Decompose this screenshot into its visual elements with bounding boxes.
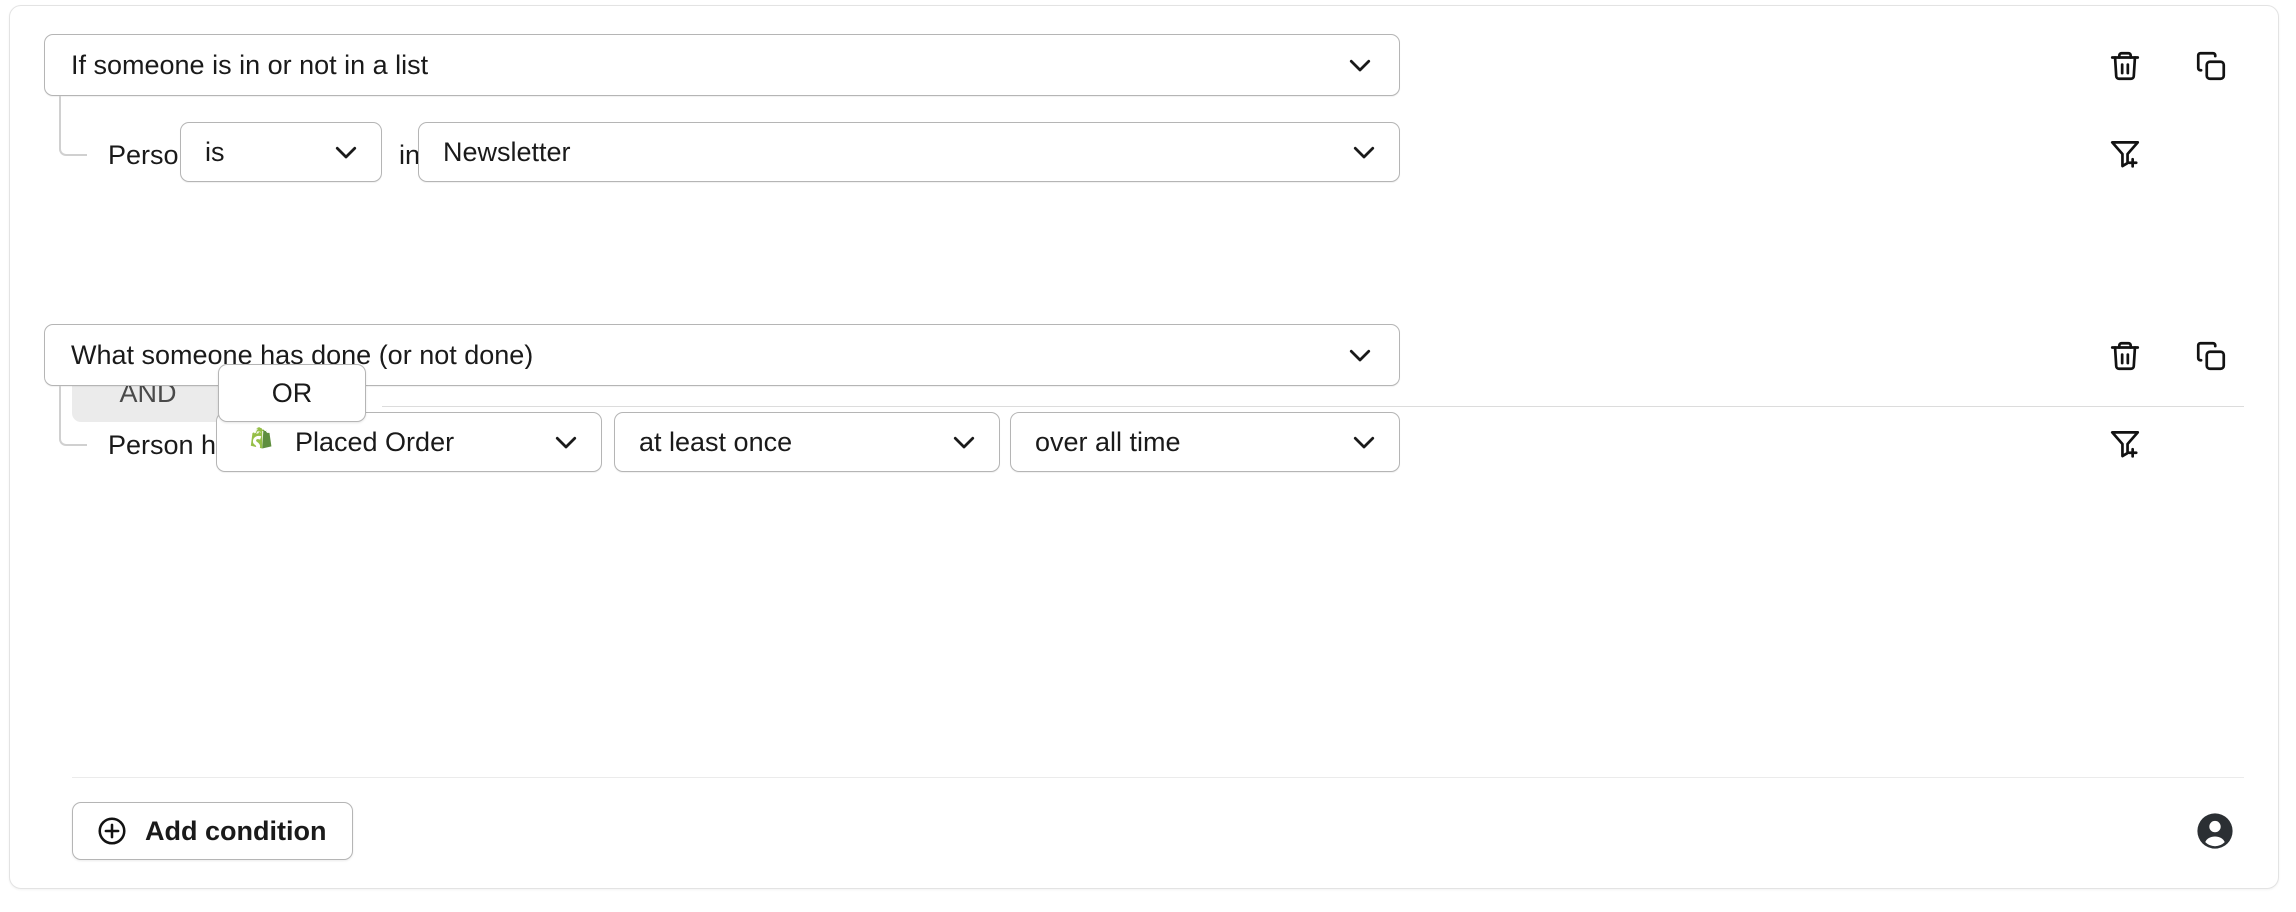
condition-1-type-label: If someone is in or not in a list (71, 52, 1343, 79)
condition-1-operator-select[interactable]: is (180, 122, 382, 182)
logic-toggle-or[interactable]: OR (218, 364, 366, 422)
person-avatar-icon[interactable] (2190, 806, 2240, 856)
chevron-down-icon (947, 425, 981, 459)
condition-1-type-select[interactable]: If someone is in or not in a list (44, 34, 1400, 96)
condition-1-duplicate-button[interactable] (2187, 42, 2235, 90)
condition-2-add-filter-button[interactable] (2101, 419, 2149, 467)
condition-1-list-select[interactable]: Newsletter (418, 122, 1400, 182)
chevron-down-icon (1343, 338, 1377, 372)
filter-plus-icon (2108, 426, 2142, 460)
chevron-down-icon (329, 135, 363, 169)
chevron-down-icon (1343, 48, 1377, 82)
condition-2-metric-label: Placed Order (295, 429, 549, 456)
condition-2-timeframe-label: over all time (1035, 429, 1347, 456)
chevron-down-icon (1347, 425, 1381, 459)
condition-2-delete-button[interactable] (2101, 332, 2149, 380)
condition-1-tree-connector (59, 96, 87, 156)
shopify-icon (241, 423, 279, 461)
condition-1-joiner-label: in (399, 142, 420, 169)
condition-2-frequency-select[interactable]: at least once (614, 412, 1000, 472)
segment-condition-builder: If someone is in or not in a list (0, 0, 2296, 912)
condition-2-duplicate-button[interactable] (2187, 332, 2235, 380)
plus-circle-icon (95, 814, 129, 848)
filter-plus-icon (2108, 136, 2142, 170)
condition-1-delete-button[interactable] (2101, 42, 2149, 90)
condition-2-frequency-label: at least once (639, 429, 947, 456)
condition-builder-card: If someone is in or not in a list (9, 5, 2279, 889)
logic-toggle-divider (382, 406, 2244, 407)
trash-icon (2108, 49, 2142, 83)
chevron-down-icon (1347, 135, 1381, 169)
copy-icon (2194, 49, 2228, 83)
trash-icon (2108, 339, 2142, 373)
condition-1-operator-label: is (205, 139, 329, 166)
add-condition-button[interactable]: Add condition (72, 802, 353, 860)
footer-divider (72, 777, 2244, 778)
condition-1-list-label: Newsletter (443, 139, 1347, 166)
chevron-down-icon (549, 425, 583, 459)
condition-2-timeframe-select[interactable]: over all time (1010, 412, 1400, 472)
condition-1-add-filter-button[interactable] (2101, 129, 2149, 177)
add-condition-label: Add condition (145, 816, 326, 847)
copy-icon (2194, 339, 2228, 373)
